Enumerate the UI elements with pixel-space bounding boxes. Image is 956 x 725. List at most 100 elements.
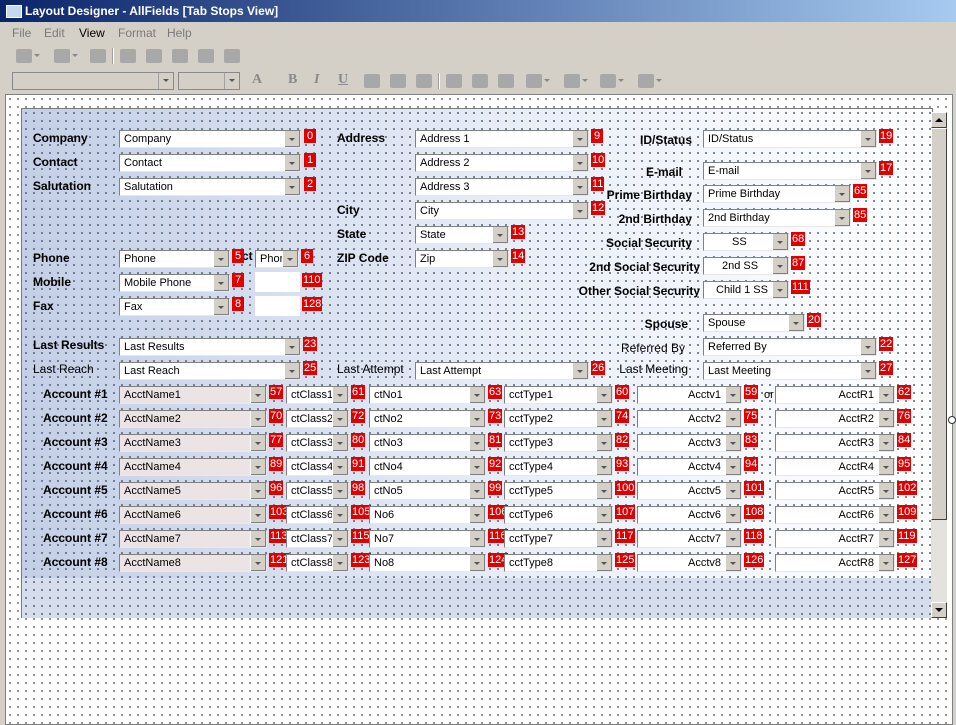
acct-v-field[interactable]: Acctv2 [637,410,742,428]
dropdown-icon[interactable] [282,251,298,267]
dropdown-icon[interactable] [596,435,612,451]
dropdown-icon[interactable] [725,483,741,499]
acct-type-field[interactable]: cctType5 [504,482,613,500]
scroll-thumb[interactable] [931,128,947,520]
dropdown-icon[interactable] [332,483,348,499]
dropdown-icon[interactable] [572,131,588,147]
dropdown-icon[interactable] [596,387,612,403]
acct-r-field[interactable]: AcctR3 [775,434,895,452]
dropdown-icon[interactable] [284,363,300,379]
acct-no-field[interactable]: ctNo2 [369,410,486,428]
dropdown-icon[interactable] [332,507,348,523]
align-objects-icon[interactable] [526,74,550,88]
acct-name-field[interactable]: AcctName3 [119,434,267,452]
acct-v-field[interactable]: Acctv6 [637,506,742,524]
acct-name-field[interactable]: AcctName6 [119,506,267,524]
dropdown-icon[interactable] [469,411,485,427]
last-results-field[interactable]: Last Results [119,338,301,356]
save-icon[interactable] [90,49,106,63]
dropdown-icon[interactable] [878,531,894,547]
mobile-field[interactable]: Mobile Phone [119,274,230,292]
dropdown-icon[interactable] [469,483,485,499]
field-icon[interactable] [498,74,514,88]
dropdown-icon[interactable] [772,234,788,250]
spouse-field[interactable]: Spouse [703,314,805,332]
dropdown-icon[interactable] [834,186,850,202]
acct-name-field[interactable]: AcctName2 [119,410,267,428]
dropdown-icon[interactable] [332,411,348,427]
acct-v-field[interactable]: Acctv7 [637,530,742,548]
dropdown-icon[interactable] [725,435,741,451]
dropdown-icon[interactable] [492,227,508,243]
acct-no-field[interactable]: No8 [369,554,486,572]
ssn-field[interactable]: SS [703,233,789,251]
acct-type-field[interactable]: cctType3 [504,434,613,452]
acct-r-field[interactable]: AcctR7 [775,530,895,548]
dropdown-icon[interactable] [469,459,485,475]
dropdown-icon[interactable] [332,387,348,403]
contact-field[interactable]: Contact [119,154,301,172]
acct-class-field[interactable]: ctClass2 [286,410,349,428]
vertical-scrollbar[interactable] [931,112,947,618]
acct-no-field[interactable]: ctNo5 [369,482,486,500]
acct-v-field[interactable]: Acctv1 [637,386,742,404]
acct-no-field[interactable]: ctNo3 [369,434,486,452]
dropdown-icon[interactable] [878,435,894,451]
dropdown-icon[interactable] [725,531,741,547]
acct-class-field[interactable]: ctClass3 [286,434,349,452]
dropdown-icon[interactable] [250,531,266,547]
acct-no-field[interactable]: ctNo1 [369,386,486,404]
dropdown-icon[interactable] [725,411,741,427]
order-icon[interactable] [638,74,662,88]
dropdown-icon[interactable] [469,387,485,403]
acct-r-field[interactable]: AcctR8 [775,554,895,572]
align-left-icon[interactable] [364,74,380,88]
dropdown-icon[interactable] [572,179,588,195]
acct-r-field[interactable]: AcctR6 [775,506,895,524]
company-field[interactable]: Company [119,130,301,148]
dropdown-icon[interactable] [284,179,300,195]
align-center-icon[interactable] [390,74,406,88]
dropdown-icon[interactable] [469,555,485,571]
menu-format[interactable]: Format [118,26,156,40]
menu-help[interactable]: Help [167,26,192,40]
font-size-select[interactable] [178,72,240,90]
scroll-up-icon[interactable] [931,112,947,128]
acct-class-field[interactable]: ctClass1 [286,386,349,404]
address2-field[interactable]: Address 2 [415,154,589,172]
acct-name-field[interactable]: AcctName5 [119,482,267,500]
last-meeting-field[interactable]: Last Meeting [703,362,877,380]
acct-r-field[interactable]: AcctR4 [775,458,895,476]
dropdown-icon[interactable] [596,555,612,571]
dropdown-icon[interactable] [469,507,485,523]
acct-name-field[interactable]: AcctName4 [119,458,267,476]
second-birthday-field[interactable]: 2nd Birthday [703,209,851,227]
email-field[interactable]: E-mail [703,162,877,180]
acct-class-field[interactable]: ctClass8 [286,554,349,572]
font-color-icon[interactable]: A [252,72,262,88]
acct-v-field[interactable]: Acctv3 [637,434,742,452]
acct-no-field[interactable]: No6 [369,506,486,524]
dropdown-icon[interactable] [492,251,508,267]
dropdown-icon[interactable] [284,155,300,171]
id-status-field[interactable]: ID/Status [703,130,877,148]
size-objects-icon[interactable] [564,74,588,88]
italic-icon[interactable]: I [314,72,319,88]
mobile-ext-field[interactable] [255,272,300,292]
acct-v-field[interactable]: Acctv4 [637,458,742,476]
last-attempt-field[interactable]: Last Attempt [415,362,589,380]
acct-type-field[interactable]: cctType6 [504,506,613,524]
spacing-icon[interactable] [600,74,624,88]
dropdown-icon[interactable] [332,531,348,547]
fax-ext-field[interactable] [255,296,300,316]
dropdown-icon[interactable] [878,387,894,403]
acct-type-field[interactable]: cctType1 [504,386,613,404]
dropdown-icon[interactable] [469,435,485,451]
acct-class-field[interactable]: ctClass5 [286,482,349,500]
new-icon[interactable] [16,49,40,63]
acct-class-field[interactable]: ctClass6 [286,506,349,524]
dropdown-icon[interactable] [213,275,229,291]
acct-v-field[interactable]: Acctv8 [637,554,742,572]
acct-no-field[interactable]: ctNo4 [369,458,486,476]
menu-file[interactable]: File [12,26,31,40]
